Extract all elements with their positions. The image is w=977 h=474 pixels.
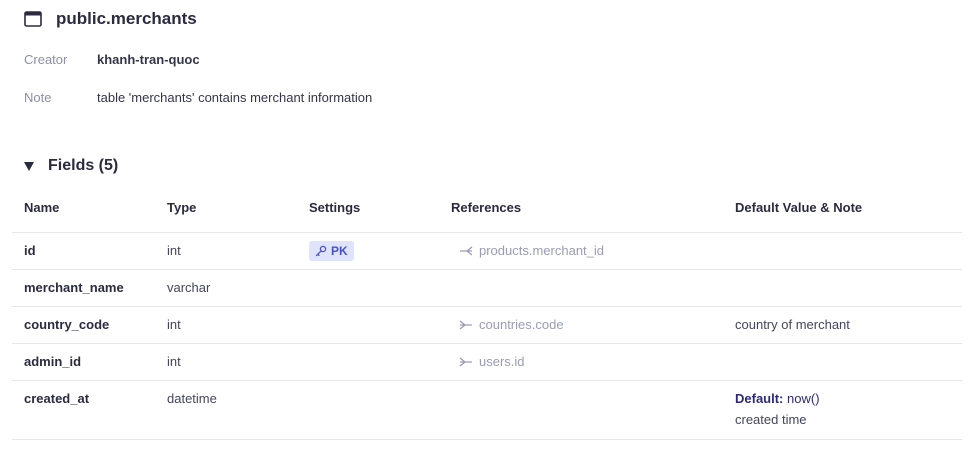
table-header: Name Type Settings References Default Va…: [12, 194, 962, 233]
caret-down-icon: [24, 162, 34, 171]
field-name: merchant_name: [24, 280, 124, 295]
column-header-settings: Settings: [309, 200, 361, 215]
field-type: int: [167, 317, 181, 332]
field-name: admin_id: [24, 354, 82, 369]
table-row: country_code int countries.code country …: [12, 307, 962, 344]
default-value-text: now(): [787, 391, 820, 406]
key-icon: [315, 245, 327, 257]
reference-link[interactable]: products.merchant_id: [459, 233, 604, 269]
field-type: datetime: [167, 391, 217, 406]
reference-text: countries.code: [479, 317, 564, 332]
field-type: int: [167, 243, 181, 258]
note-value: table 'merchants' contains merchant info…: [97, 90, 373, 105]
fields-title: Fields (5): [48, 157, 119, 174]
creator-label: Creator: [24, 52, 68, 67]
table-row: id int PK products.merchant_id: [12, 233, 962, 270]
reference-text: products.merchant_id: [479, 243, 605, 258]
field-note: created time: [735, 412, 807, 427]
column-header-type: Type: [167, 200, 197, 215]
note-label: Note: [24, 90, 52, 105]
reference-cell: countries.code: [451, 307, 564, 344]
pk-label: PK: [331, 244, 348, 258]
note-row: Note table 'merchants' contains merchant…: [24, 90, 372, 105]
table-title: public.merchants: [56, 9, 197, 28]
creator-row: Creator khanh-tran-quoc: [24, 52, 200, 67]
reference-text: users.id: [479, 354, 525, 369]
table-window-icon: [24, 11, 42, 27]
many-to-one-icon: [459, 357, 472, 367]
field-name: country_code: [24, 317, 110, 332]
pk-badge: PK: [309, 241, 354, 261]
field-name: created_at: [24, 391, 90, 406]
reference-cell: users.id: [451, 344, 525, 381]
creator-value: khanh-tran-quoc: [97, 52, 200, 67]
default-note: country of merchant: [735, 317, 850, 332]
many-to-one-icon: [459, 320, 472, 330]
table-title-row: public.merchants: [24, 8, 197, 30]
column-header-references: References: [451, 200, 522, 215]
table-row: admin_id int users.id: [12, 344, 962, 381]
reference-link[interactable]: countries.code: [459, 307, 564, 343]
default-label: Default:: [735, 391, 784, 406]
column-header-default: Default Value & Note: [735, 200, 863, 215]
one-to-many-icon: [460, 246, 473, 256]
column-header-name: Name: [24, 200, 60, 215]
table-row: merchant_name varchar: [12, 270, 962, 307]
table-row: created_at datetime Default: now() creat…: [12, 381, 962, 440]
fields-section-toggle[interactable]: Fields (5): [24, 157, 118, 175]
field-type: int: [167, 354, 181, 369]
settings-cell: PK: [309, 233, 354, 271]
field-type: varchar: [167, 280, 211, 295]
field-name: id: [24, 243, 36, 258]
fields-table: Name Type Settings References Default Va…: [12, 194, 962, 440]
reference-link[interactable]: users.id: [459, 344, 525, 380]
reference-cell: products.merchant_id: [451, 233, 604, 270]
